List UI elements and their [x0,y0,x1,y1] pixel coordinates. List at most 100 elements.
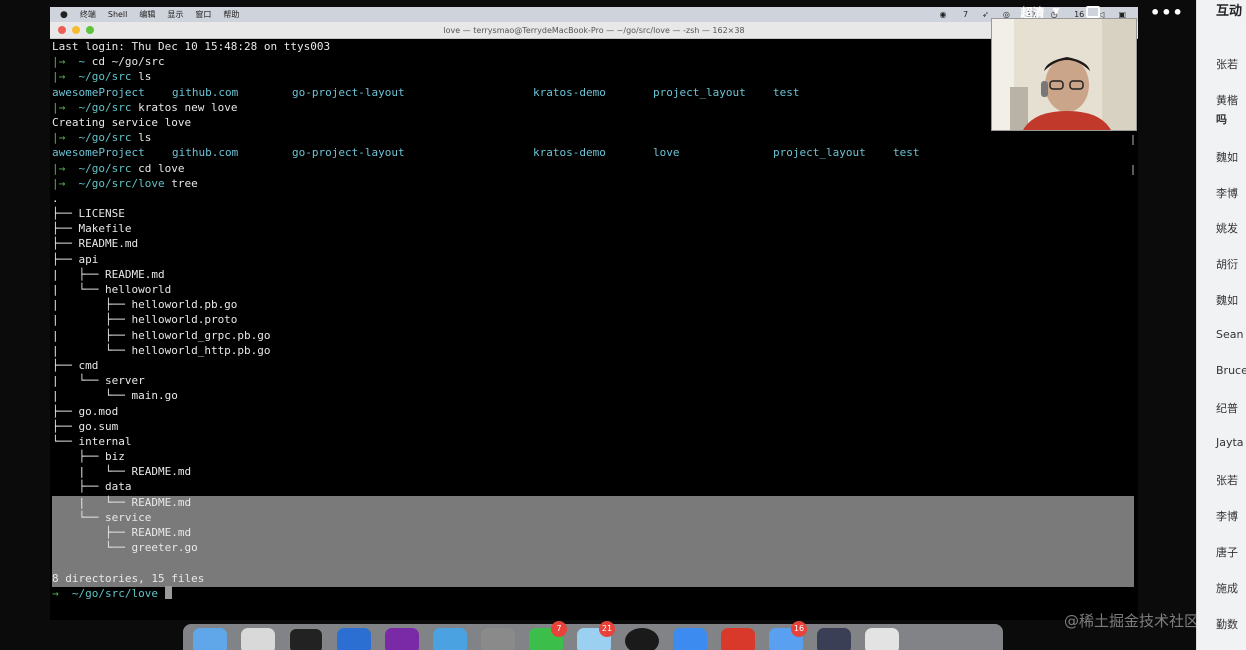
menu-shell[interactable]: Shell [108,10,128,19]
menu-terminal[interactable]: 终端 [80,9,96,20]
member-name: 李博 [1216,510,1238,523]
wechat-count: 7 [963,10,969,19]
terminal-window[interactable]: love — terrysmao@TerrydeMacBook-Pro — ~/… [50,22,1138,620]
screen-icon[interactable] [817,628,851,650]
scroll-marker [1132,165,1134,175]
tree-line: . [52,191,59,205]
messages-badge: 21 [599,621,615,637]
tree-line: ├── README.md [52,526,192,539]
menu-edit[interactable]: 编辑 [139,9,155,20]
finder-icon[interactable] [193,628,227,650]
tree-line: | └── main.go [52,389,178,403]
tree-line: | ├── helloworld.proto [52,313,238,327]
panel-divider [1196,0,1197,650]
command-text: kratos new love [138,100,238,114]
prompt-arrow: |→ [52,176,66,190]
command-text: ls [138,131,152,145]
command-line: → ~/go/src/love [52,585,1136,601]
ls-entry: go-project-layout [292,85,405,99]
tree-line: └── greeter.go [52,541,198,555]
mac-menubar: ● 终端 Shell 编辑 显示 窗口 帮助 ◉ 7 ➶ ◎ 21 ◷ 16 ◁… [50,7,1138,22]
command-line: |→ ~/go/src ls [52,130,1136,145]
prompt-path: ~/go/src/love [78,176,165,190]
tree-line: ├── README.md [52,237,139,251]
prompt-path: ~/go/src [78,131,132,145]
webcam-feed [991,18,1137,131]
member-name: 黄楷 [1216,94,1238,107]
member-name: 唐子 [1216,546,1238,559]
settings-icon[interactable] [481,628,515,650]
picture-in-picture-icon[interactable] [1086,6,1100,18]
tree-line: | └── helloworld [52,283,172,296]
member-name: 张若 [1216,58,1238,71]
watermark: @稀土掘金技术社区 [1064,612,1196,630]
wechat-status-icon[interactable]: ◉ 7 [940,10,969,19]
video-stream: ● 终端 Shell 编辑 显示 窗口 帮助 ◉ 7 ➶ ◎ 21 ◷ 16 ◁… [0,0,1196,650]
tree-line: | └── server [52,374,145,388]
qq-icon[interactable] [625,628,659,650]
terminal-title: love — terrysmao@TerrydeMacBook-Pro — ~/… [443,26,745,35]
command-line: |→ ~/go/src cd love [52,161,1136,176]
wechat-icon[interactable]: 7 [529,621,567,650]
interaction-panel: 互动 张若 黄楷 吗 魏如 李博 姚发 胡衍 魏如 Sean Bruce 纪普 … [1196,0,1246,650]
creating-line: Creating service love [52,115,192,129]
text-cursor [164,585,172,599]
terminal-output[interactable]: Last login: Thu Dec 10 15:48:28 on ttys0… [50,39,1138,601]
tree-line: └── service [52,510,152,524]
tree-line: ├── LICENSE [52,207,125,221]
member-name: 施成 [1216,582,1238,595]
send-icon[interactable]: ➶ [982,10,989,19]
prompt-path: ~/go/src [78,70,132,84]
ls-entry: project_layout [653,85,746,99]
mail-icon[interactable]: 16 [769,621,807,650]
tree-line: ├── go.sum [52,419,119,433]
terminal-app-icon[interactable] [289,628,323,650]
apple-icon[interactable]: ● [60,10,68,20]
launchpad-icon[interactable] [241,628,275,650]
ls-entry: go-project-layout [292,146,405,160]
command-text: cd ~/go/src [91,55,165,69]
safari-icon[interactable] [433,628,467,650]
prompt-arrow: |→ [52,55,66,69]
menu-window[interactable]: 窗口 [195,9,211,20]
ls-entry: kratos-demo [533,146,606,160]
prompt-arrow: → [52,586,59,600]
ls-entry: kratos-demo [533,85,606,99]
caret-down-icon: ▼ [1052,7,1060,17]
more-icon[interactable]: ••• [1150,3,1184,22]
menu-view[interactable]: 显示 [167,9,183,20]
member-name: Sean [1216,328,1244,341]
member-name: 纪普 [1216,402,1238,415]
ls-entry: github.com [172,146,239,160]
prompt-path: ~/go/src [78,161,132,175]
command-line: |→ ~ cd ~/go/src [52,54,1136,69]
ls-entry: awesomeProject [52,146,145,160]
tree-line: ├── go.mod [52,404,119,418]
onenote-icon[interactable] [385,628,419,650]
prompt-arrow: |→ [52,161,66,175]
tree-line: ├── data [52,480,132,494]
prompt-arrow: |→ [52,100,66,114]
lark-icon[interactable] [673,628,707,650]
tree-line: ├── cmd [52,358,99,372]
tree-line: ├── Makefile [52,222,132,236]
member-name: 姚发 [1216,222,1238,235]
outlook-icon[interactable] [337,628,371,650]
ls-entry: love [653,146,680,160]
terminal-titlebar[interactable]: love — terrysmao@TerrydeMacBook-Pro — ~/… [50,22,1138,39]
member-name: 张若 [1216,474,1238,487]
member-name: 魏如 [1216,151,1238,164]
wps-icon[interactable] [721,628,755,650]
summary-line: 8 directories, 15 files [52,571,205,585]
tree-line: | ├── README.md [52,267,165,281]
panel-title[interactable]: 互动 [1216,0,1242,19]
command-line: |→ ~/go/src/love tree [52,176,1136,191]
wechat-badge: 7 [551,621,567,637]
tree-line: └── internal [52,434,132,448]
tree-line: | ├── helloworld_grpc.pb.go [52,328,271,342]
prompt-path: ~ [78,55,86,69]
menu-help[interactable]: 帮助 [223,9,239,20]
messages-icon[interactable]: 21 [577,621,615,650]
tree-line: | └── README.md [52,495,192,509]
trash-icon[interactable] [865,628,899,650]
